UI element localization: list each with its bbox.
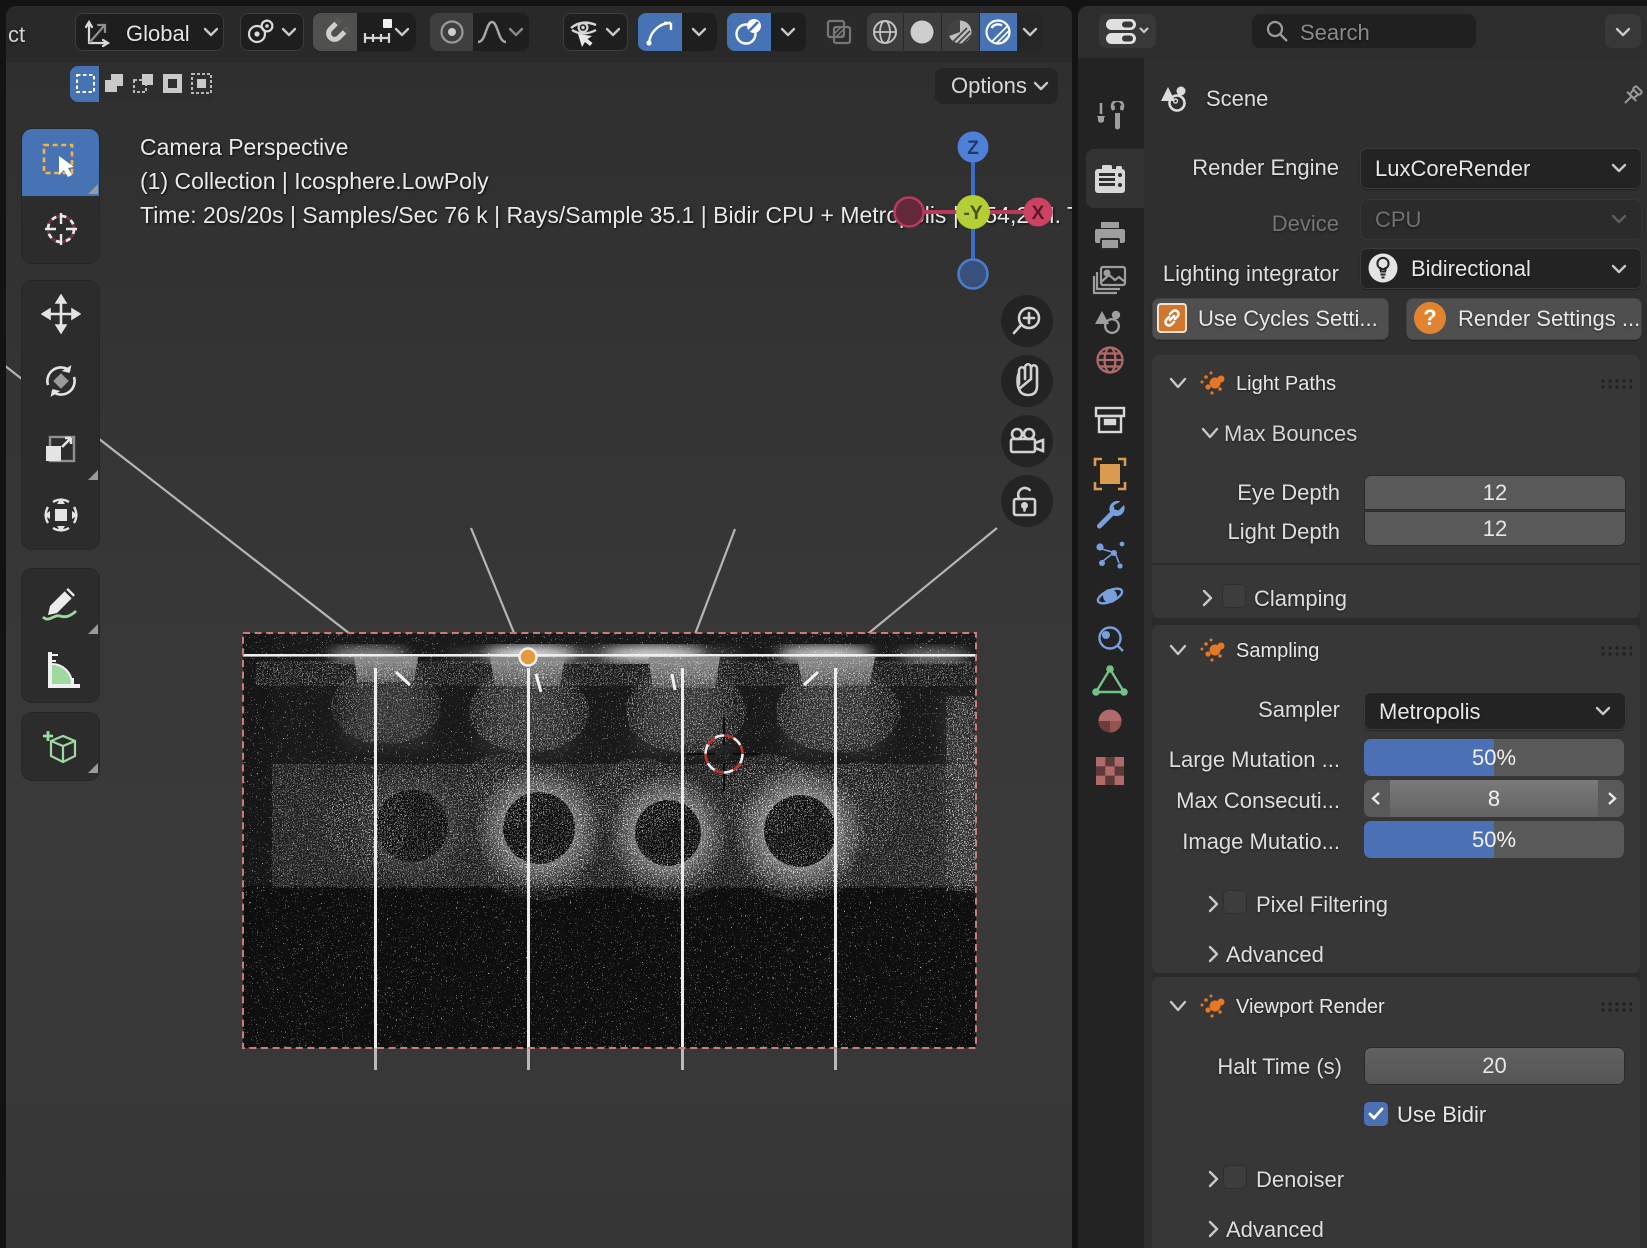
svg-text:Z: Z [967,138,979,159]
svg-text:-Y: -Y [964,203,983,224]
svg-text:X: X [1032,203,1045,224]
